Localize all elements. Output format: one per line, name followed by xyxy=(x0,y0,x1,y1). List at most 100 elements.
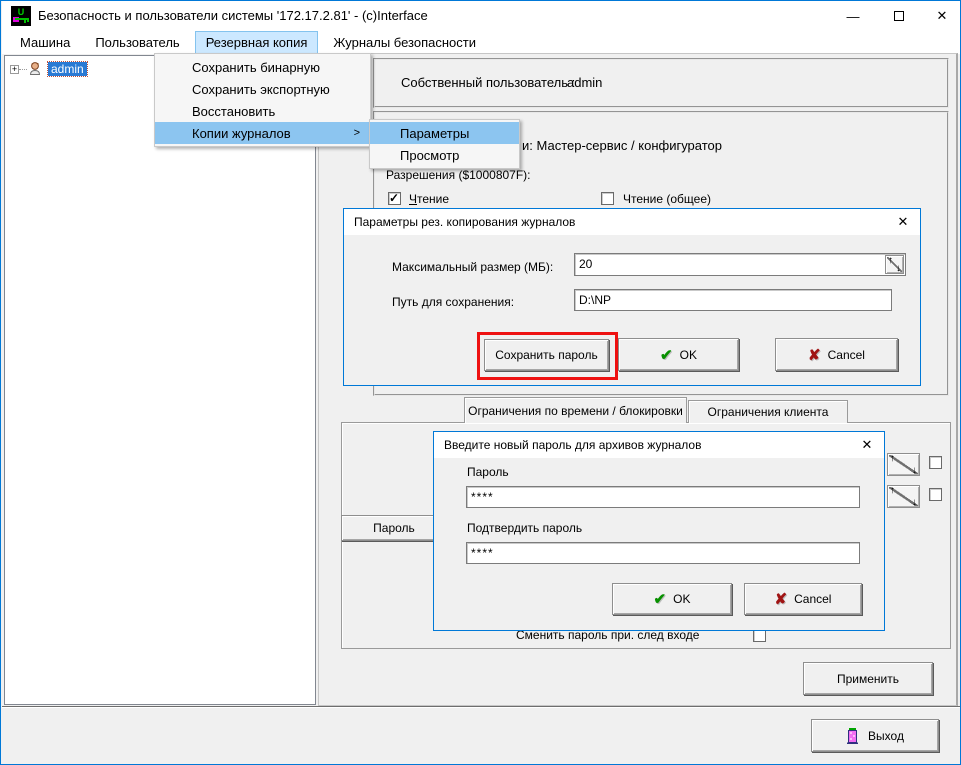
read-checkbox-label: Чтение xyxy=(409,192,449,206)
user-icon xyxy=(27,61,43,77)
dialog-titlebar: Введите новый пароль для архивов журнало… xyxy=(434,432,884,458)
submenu-arrow-icon: > xyxy=(354,127,360,139)
menu-item-save-binary[interactable]: Сохранить бинарную xyxy=(155,56,370,78)
ok-label: OK xyxy=(673,592,690,606)
exit-door-icon xyxy=(846,727,861,745)
cancel-cross-icon: ✘ xyxy=(808,346,821,364)
menu-item-label: Параметры xyxy=(400,126,469,141)
spin-down-icon: ↓ xyxy=(912,465,917,476)
cancel-cross-icon: ✘ xyxy=(775,590,788,608)
read-common-checkbox-label: Чтение (общее) xyxy=(623,192,711,206)
user-tree-panel: + admin xyxy=(4,55,316,705)
minimize-icon: — xyxy=(847,9,860,24)
exit-button-label: Выход xyxy=(868,729,904,743)
maximize-button[interactable] xyxy=(876,1,922,31)
close-icon: ✕ xyxy=(862,437,873,453)
close-button[interactable]: ✕ xyxy=(922,1,961,31)
backup-params-dialog: Параметры рез. копирования журналов ✕ Ма… xyxy=(343,208,921,386)
save-path-value: D:\NP xyxy=(579,293,611,307)
log-copies-submenu: Параметры Просмотр xyxy=(369,119,520,169)
tab-label: Ограничения по времени / блокировки xyxy=(468,404,683,418)
own-user-label: Собственный пользователь : xyxy=(401,75,575,90)
spinner-2[interactable]: ↑ ↓ xyxy=(887,485,920,508)
save-path-label: Путь для сохранения: xyxy=(392,295,514,309)
menu-machine[interactable]: Машина xyxy=(10,31,80,54)
read-checkbox[interactable]: ✓ xyxy=(388,192,401,205)
spin-down-icon: ↓ xyxy=(912,497,917,508)
password-button[interactable]: Пароль xyxy=(341,515,447,541)
ok-check-icon: ✔ xyxy=(654,590,667,608)
app-key-icon: U xyxy=(11,6,31,26)
menu-item-parameters[interactable]: Параметры xyxy=(370,122,519,144)
menu-item-view[interactable]: Просмотр xyxy=(370,144,519,166)
ok-label: OK xyxy=(680,348,697,362)
menu-security-logs[interactable]: Журналы безопасности xyxy=(323,31,486,54)
params-ok-button[interactable]: ✔ OK xyxy=(618,338,739,371)
dialog-close-button[interactable]: ✕ xyxy=(890,209,916,235)
read-common-checkbox[interactable] xyxy=(601,192,614,205)
role-text: и: Мастер-сервис / конфигуратор xyxy=(522,138,722,153)
ok-check-icon: ✔ xyxy=(660,346,673,364)
save-path-input[interactable]: D:\NP xyxy=(574,289,892,311)
dialog-title: Введите новый пароль для архивов журнало… xyxy=(444,438,701,452)
cancel-label: Cancel xyxy=(794,592,831,606)
confirm-password-label: Подтвердить пароль xyxy=(467,521,582,535)
tab-time-restrictions[interactable]: Ограничения по времени / блокировки xyxy=(464,397,687,423)
restriction-checkbox-2[interactable] xyxy=(929,488,942,501)
dialog-title: Параметры рез. копирования журналов xyxy=(354,215,575,229)
password-label: Пароль xyxy=(467,465,509,479)
titlebar: U Безопасность и пользователи системы '1… xyxy=(2,1,961,31)
params-cancel-button[interactable]: ✘ Cancel xyxy=(775,338,898,371)
tree-row-admin: + admin xyxy=(10,60,87,78)
app-window: U Безопасность и пользователи системы '1… xyxy=(0,0,961,765)
close-icon: ✕ xyxy=(898,214,909,230)
spinner-1[interactable]: ↑ ↓ xyxy=(887,453,920,476)
window-title: Безопасность и пользователи системы '172… xyxy=(38,1,428,31)
menu-item-label: Копии журналов xyxy=(192,126,291,141)
max-size-label: Максимальный размер (МБ): xyxy=(392,260,553,274)
tree-expander-icon[interactable]: + xyxy=(10,65,19,74)
tab-client-restrictions[interactable]: Ограничения клиента xyxy=(688,400,848,423)
apply-button-label: Применить xyxy=(837,672,899,686)
spin-up-icon: ↑ xyxy=(888,255,893,266)
menubar: Машина Пользователь Резервная копия Журн… xyxy=(2,31,961,54)
tree-connector xyxy=(19,69,27,70)
svg-text:U: U xyxy=(18,7,25,17)
exit-button[interactable]: Выход xyxy=(811,719,939,752)
close-icon: ✕ xyxy=(937,8,948,24)
footer-divider xyxy=(2,706,960,708)
max-size-spinner[interactable]: ↑ ↓ xyxy=(885,255,904,274)
cancel-label: Cancel xyxy=(828,348,865,362)
restriction-checkbox-1[interactable] xyxy=(929,456,942,469)
menu-item-label: Сохранить бинарную xyxy=(192,60,320,75)
max-size-value: 20 xyxy=(579,257,592,271)
spin-up-icon: ↑ xyxy=(890,485,895,496)
password-ok-button[interactable]: ✔ OK xyxy=(612,583,732,615)
minimize-button[interactable]: — xyxy=(830,1,876,31)
own-user-value: admin xyxy=(567,75,602,90)
menu-item-restore[interactable]: Восстановить xyxy=(155,100,370,122)
menu-item-label: Просмотр xyxy=(400,148,459,163)
menu-user[interactable]: Пользователь xyxy=(85,31,189,54)
max-size-input[interactable]: 20 ↑ ↓ xyxy=(574,253,906,276)
password-cancel-button[interactable]: ✘ Cancel xyxy=(744,583,862,615)
tree-node-admin[interactable]: admin xyxy=(48,62,87,76)
menu-backup[interactable]: Резервная копия xyxy=(195,31,319,54)
permissions-label: Разрешения ($1000807F): xyxy=(386,168,531,182)
password-button-label: Пароль xyxy=(373,521,415,535)
spin-up-icon: ↑ xyxy=(890,453,895,464)
confirm-password-input[interactable]: **** xyxy=(466,542,860,564)
dialog-titlebar: Параметры рез. копирования журналов xyxy=(344,209,920,235)
menu-item-log-copies[interactable]: Копии журналов > xyxy=(155,122,370,144)
password-input[interactable]: **** xyxy=(466,486,860,508)
confirm-password-value: **** xyxy=(471,546,494,560)
tab-label: Ограничения клиента xyxy=(708,405,829,419)
backup-dropdown-menu: Сохранить бинарную Сохранить экспортную … xyxy=(154,53,371,147)
maximize-icon xyxy=(894,11,904,21)
dialog-close-button[interactable]: ✕ xyxy=(854,432,880,458)
password-dialog: Введите новый пароль для архивов журнало… xyxy=(433,431,885,631)
apply-button[interactable]: Применить xyxy=(803,662,933,695)
menu-item-save-export[interactable]: Сохранить экспортную xyxy=(155,78,370,100)
spin-down-icon: ↓ xyxy=(896,263,901,274)
check-mark-icon: ✓ xyxy=(389,191,399,205)
